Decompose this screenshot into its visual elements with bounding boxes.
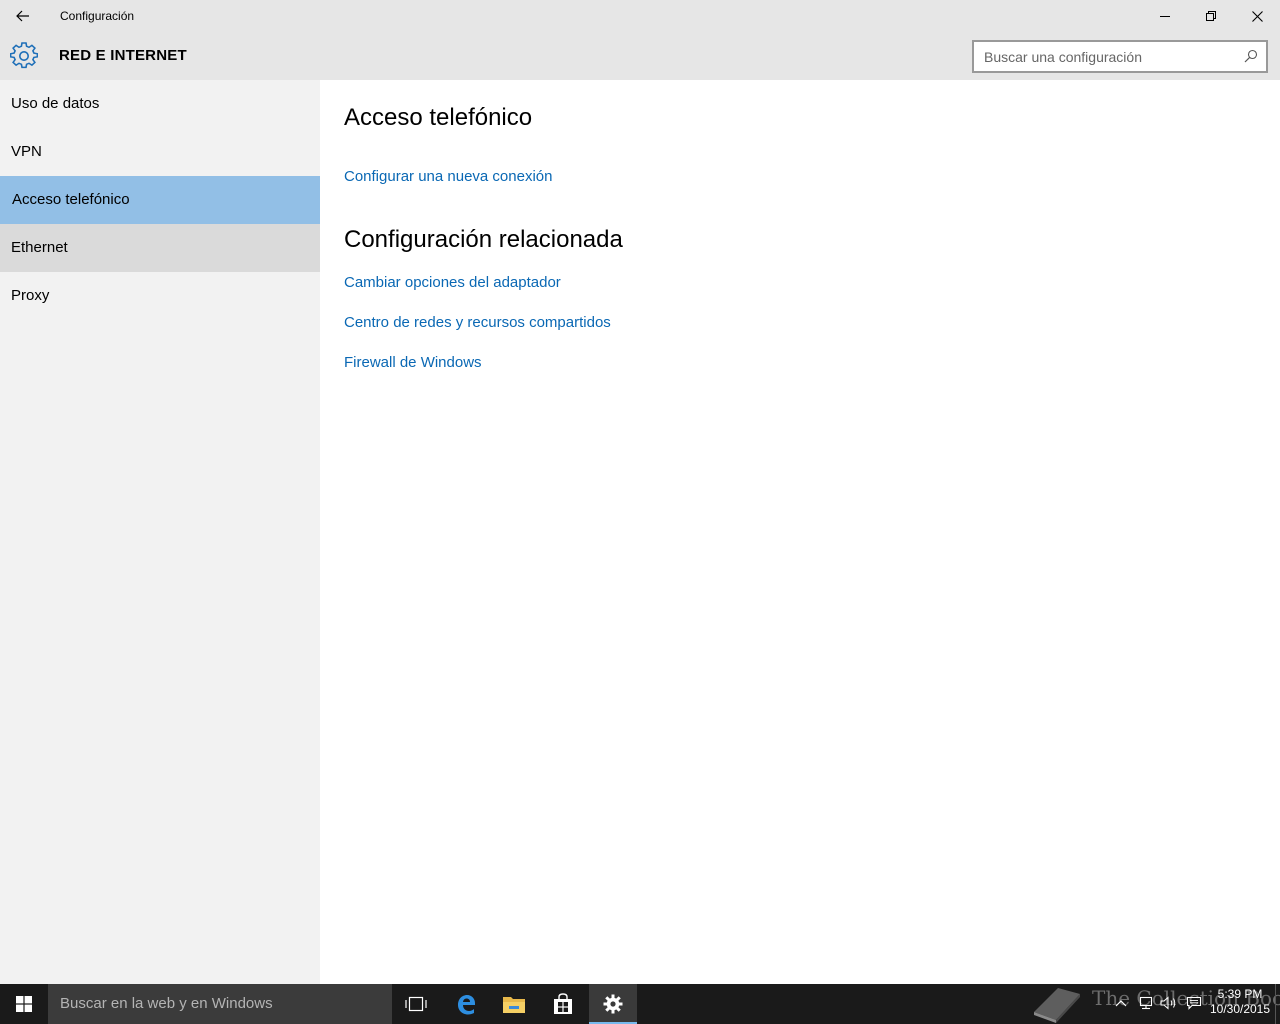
setup-new-connection-link[interactable]: Configurar una nueva conexión: [344, 168, 552, 185]
network-icon: [1139, 996, 1153, 1010]
book-logo-icon: [1034, 988, 1080, 1023]
file-explorer-icon: [503, 997, 525, 1013]
chevron-up-icon: [1115, 1000, 1127, 1007]
settings-search-input[interactable]: [974, 42, 1244, 71]
store-icon: [554, 993, 572, 1014]
edge-taskbar-button[interactable]: [442, 984, 490, 1024]
minimize-icon: [1160, 16, 1170, 17]
settings-icon: [603, 994, 623, 1014]
sidebar-item-dial-up[interactable]: Acceso telefónico: [0, 176, 320, 224]
network-tray-button[interactable]: [1136, 994, 1154, 1012]
restore-button[interactable]: [1188, 0, 1234, 32]
show-hidden-icons-button[interactable]: [1112, 994, 1130, 1012]
related-settings-heading: Configuración relacionada: [344, 226, 623, 253]
sidebar-item-proxy[interactable]: Proxy: [0, 272, 320, 320]
settings-header: RED E INTERNET: [0, 32, 1280, 80]
close-button[interactable]: [1234, 0, 1280, 32]
search-icon[interactable]: [1244, 49, 1258, 63]
windows-firewall-link[interactable]: Firewall de Windows: [344, 354, 482, 371]
sidebar-item-data-usage[interactable]: Uso de datos: [0, 80, 320, 128]
volume-icon: [1160, 996, 1176, 1010]
windows-logo-icon: [16, 996, 32, 1012]
close-icon: [1251, 10, 1263, 22]
start-button[interactable]: [0, 984, 48, 1024]
back-arrow-icon: [16, 10, 29, 22]
sidebar-nav: Uso de datos VPN Acceso telefónico Ether…: [0, 80, 320, 984]
minimize-button[interactable]: [1142, 0, 1188, 32]
action-center-button[interactable]: [1185, 994, 1203, 1012]
task-view-button[interactable]: [392, 984, 440, 1024]
taskbar-search-box[interactable]: Buscar en la web y en Windows: [48, 984, 392, 1024]
taskbar-search-placeholder: Buscar en la web y en Windows: [60, 995, 273, 1012]
change-adapter-options-link[interactable]: Cambiar opciones del adaptador: [344, 274, 561, 291]
clock-date: 10/30/2015: [1209, 1002, 1271, 1016]
page-title: Acceso telefónico: [344, 104, 533, 131]
settings-taskbar-button[interactable]: [589, 984, 637, 1024]
task-view-icon: [405, 996, 427, 1012]
sidebar-item-ethernet[interactable]: Ethernet: [0, 224, 320, 272]
show-desktop-button[interactable]: [1275, 984, 1280, 1024]
main-content: Acceso telefónico Configurar una nueva c…: [320, 80, 1280, 984]
taskbar: Buscar en la web y en Windows The Collec…: [0, 984, 1280, 1024]
edge-icon: [458, 995, 475, 1015]
settings-search-box[interactable]: [972, 40, 1268, 73]
window-title: Configuración: [60, 9, 135, 23]
notification-icon: [1186, 996, 1202, 1010]
sidebar-item-vpn[interactable]: VPN: [0, 128, 320, 176]
title-bar: Configuración: [0, 0, 1280, 32]
gear-icon: [10, 42, 38, 69]
system-clock[interactable]: 5:39 PM 10/30/2015: [1206, 987, 1274, 1017]
store-taskbar-button[interactable]: [539, 984, 587, 1024]
network-sharing-center-link[interactable]: Centro de redes y recursos compartidos: [344, 314, 611, 331]
volume-tray-button[interactable]: [1160, 994, 1178, 1012]
back-button[interactable]: [0, 0, 46, 32]
file-explorer-taskbar-button[interactable]: [490, 984, 538, 1024]
clock-time: 5:39 PM: [1217, 987, 1263, 1001]
restore-icon: [1206, 11, 1216, 21]
section-title: RED E INTERNET: [59, 47, 187, 64]
